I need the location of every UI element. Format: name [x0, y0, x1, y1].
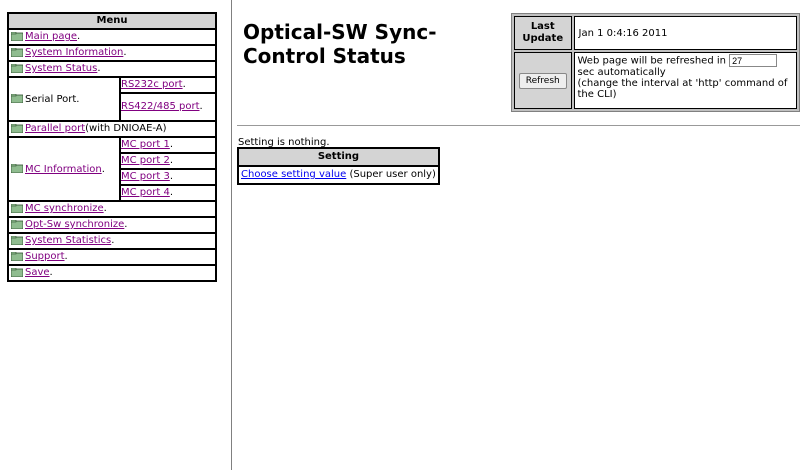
- folder-icon: [11, 235, 23, 245]
- menu-item-rs422[interactable]: RS422/485 port.: [120, 93, 216, 121]
- serial-port-group: Serial Port.: [8, 77, 120, 121]
- menu-item-mc-port-4[interactable]: MC port 4.: [120, 185, 216, 201]
- menu-item-support[interactable]: Support.: [8, 249, 216, 265]
- system-statistics-link[interactable]: System Statistics: [25, 235, 111, 246]
- menu-item-mc-port-1[interactable]: MC port 1.: [120, 137, 216, 153]
- refresh-text-after: sec automatically: [577, 67, 666, 78]
- folder-icon: [11, 219, 23, 229]
- menu-frame: Menu Main page. System Information. Syst…: [0, 0, 232, 470]
- mc-port-4-link[interactable]: MC port 4: [121, 187, 170, 198]
- support-link[interactable]: Support: [25, 251, 65, 262]
- mc-port-1-link[interactable]: MC port 1: [121, 139, 170, 150]
- menu-item-rs232c[interactable]: RS232c port.: [120, 77, 216, 93]
- folder-icon: [11, 203, 23, 213]
- menu-item-mc-port-2[interactable]: MC port 2.: [120, 153, 216, 169]
- divider: [237, 125, 800, 126]
- menu-item-system-status[interactable]: System Status.: [8, 61, 216, 77]
- last-update-label: Last Update: [514, 16, 572, 50]
- parallel-port-suffix: (with DNIOAE-A): [85, 123, 167, 134]
- setting-row: Choose setting value (Super user only): [238, 166, 439, 184]
- folder-icon: [11, 94, 23, 103]
- menu-item-mc-synchronize[interactable]: MC synchronize.: [8, 201, 216, 217]
- refresh-button[interactable]: Refresh: [518, 72, 567, 89]
- menu-item-opt-sw-synchronize[interactable]: Opt-Sw synchronize.: [8, 217, 216, 233]
- folder-icon: [11, 63, 23, 73]
- mc-port-2-link[interactable]: MC port 2: [121, 155, 170, 166]
- mc-port-3-link[interactable]: MC port 3: [121, 171, 170, 182]
- menu-table: Menu Main page. System Information. Syst…: [7, 12, 217, 282]
- mc-information-group: MC Information.: [8, 137, 120, 201]
- last-update-panel: Last Update Jan 1 0:4:16 2011 Refresh We…: [511, 13, 800, 112]
- parallel-port-link[interactable]: Parallel port: [25, 123, 85, 134]
- serial-port-label: Serial Port.: [25, 93, 80, 105]
- menu-item-parallel-port[interactable]: Parallel port(with DNIOAE-A): [8, 121, 216, 137]
- folder-icon: [11, 267, 23, 277]
- menu-item-save[interactable]: Save.: [8, 265, 216, 281]
- mc-information-link[interactable]: MC Information: [25, 164, 102, 175]
- rs422-485-port-link[interactable]: RS422/485 port: [121, 101, 200, 112]
- menu-item-system-information[interactable]: System Information.: [8, 45, 216, 61]
- page-title: Optical-SW Sync-Control Status: [243, 20, 437, 68]
- rs232c-port-link[interactable]: RS232c port: [121, 79, 183, 90]
- menu-item-system-statistics[interactable]: System Statistics.: [8, 233, 216, 249]
- folder-icon: [11, 31, 23, 41]
- menu-item-mc-port-3[interactable]: MC port 3.: [120, 169, 216, 185]
- refresh-info: Web page will be refreshed in sec automa…: [573, 52, 797, 109]
- choose-setting-link[interactable]: Choose setting value: [241, 169, 346, 180]
- setting-header: Setting: [238, 148, 439, 166]
- system-status-link[interactable]: System Status: [25, 63, 97, 74]
- system-information-link[interactable]: System Information: [25, 47, 123, 58]
- setting-note: (Super user only): [349, 169, 436, 180]
- menu-item-main-page[interactable]: Main page.: [8, 29, 216, 45]
- folder-icon: [11, 251, 23, 261]
- setting-table: Setting Choose setting value (Super user…: [237, 147, 440, 185]
- menu-header: Menu: [8, 13, 216, 29]
- folder-icon: [11, 164, 23, 173]
- opt-sw-synchronize-link[interactable]: Opt-Sw synchronize: [25, 219, 124, 230]
- refresh-note: (change the interval at 'http' command o…: [577, 78, 788, 100]
- mc-synchronize-link[interactable]: MC synchronize: [25, 203, 104, 214]
- folder-icon: [11, 47, 23, 57]
- main-page-link[interactable]: Main page: [25, 31, 77, 42]
- folder-icon: [11, 123, 23, 133]
- last-update-value: Jan 1 0:4:16 2011: [573, 16, 797, 50]
- refresh-text-before: Web page will be refreshed in: [577, 55, 726, 67]
- refresh-cell: Refresh: [514, 52, 572, 109]
- refresh-seconds-input[interactable]: [729, 54, 778, 67]
- save-link[interactable]: Save: [25, 267, 50, 278]
